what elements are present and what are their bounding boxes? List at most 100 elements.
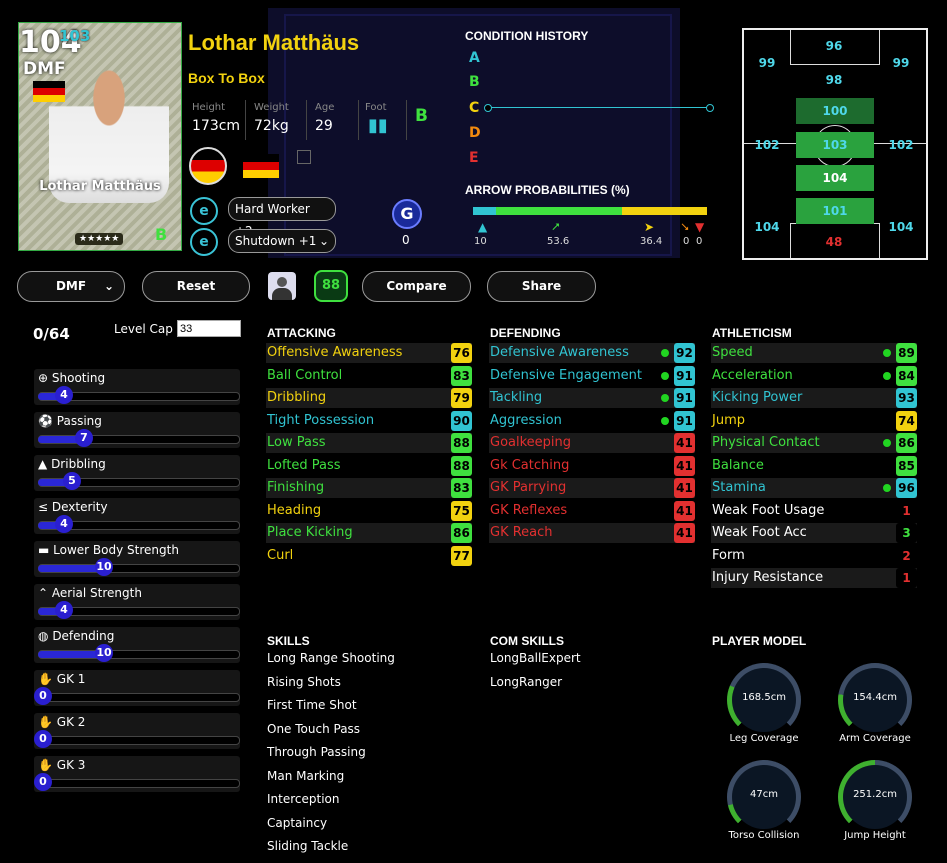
grade-badge: B	[415, 106, 428, 126]
stat-name: GK Parrying	[490, 480, 567, 495]
progression-slider-handle[interactable]: 0	[34, 687, 52, 705]
stat-row: Dribbling 79	[266, 388, 472, 408]
stat-boost-dot	[661, 371, 669, 380]
stat-value: 41	[674, 500, 695, 521]
arrow-prob-up: 10	[474, 236, 487, 247]
skill-select-1[interactable]: Hard Worker +2 ⌄	[228, 197, 336, 238]
share-button[interactable]: Share	[487, 271, 596, 302]
arrow-prob-right: 36.4	[640, 236, 663, 247]
stat-row: Injury Resistance 1	[711, 568, 917, 588]
progression-item: ✋ GK 20	[34, 713, 240, 749]
progression-track[interactable]	[38, 779, 240, 788]
progression-slider-handle[interactable]: 4	[55, 386, 73, 404]
stat-value: 83	[451, 478, 472, 498]
stat-value: 41	[674, 455, 695, 476]
progression-slider-handle[interactable]: 4	[55, 515, 73, 533]
stat-value: 91	[674, 388, 695, 408]
pitch-rating-rmf: 102	[888, 138, 914, 152]
stat-name: Ball Control	[267, 367, 343, 383]
progression-item: ▲ Dribbling 5	[34, 455, 240, 491]
stat-row: Heading 75	[266, 500, 472, 521]
condition-grade-a: A	[469, 50, 480, 66]
stat-name: Jump	[712, 412, 745, 428]
progression-label: ✋ GK 2	[38, 715, 86, 729]
attacking-title: ATTACKING	[267, 326, 336, 340]
position-select[interactable]: DMF ⌄	[17, 271, 125, 302]
progression-slider-handle[interactable]: 0	[34, 773, 52, 791]
stat-value: 86	[451, 523, 472, 543]
skill-select-2[interactable]: Shutdown +1 ⌄	[228, 229, 336, 253]
foot-label: Foot	[365, 102, 387, 113]
g-icon[interactable]: G	[392, 199, 422, 229]
stat-value: 75	[451, 500, 472, 521]
progression-slider-handle[interactable]: 5	[63, 472, 81, 490]
stat-value: 41	[674, 523, 695, 543]
skill-item: Interception	[267, 792, 340, 806]
gauge-value: 47cm	[750, 789, 778, 800]
stat-value: 74	[896, 410, 917, 431]
manager-avatar[interactable]	[268, 272, 296, 300]
stat-row: Defensive Awareness 92	[489, 343, 695, 363]
stat-value: 85	[896, 455, 917, 476]
progression-slider-handle[interactable]: 7	[75, 429, 93, 447]
card-boosted-rating: 103	[59, 27, 91, 45]
arrow-probabilities-title: ARROW PROBABILITIES (%)	[465, 183, 630, 197]
progression-icon: ≤	[38, 500, 49, 514]
progression-slider-handle[interactable]: 4	[55, 601, 73, 619]
progression-track[interactable]	[38, 693, 240, 702]
stat-value: 88	[451, 433, 472, 453]
stat-value: 92	[674, 343, 695, 363]
condition-grade-d: D	[469, 125, 481, 141]
level-cap-label: Level Cap	[114, 322, 173, 336]
chevron-down-icon: ⌄	[318, 234, 329, 248]
arrow-prob-up-right: 53.6	[547, 236, 570, 247]
progression-icon: ✋	[38, 672, 53, 686]
progression-slider-handle[interactable]: 0	[34, 730, 52, 748]
compare-button[interactable]: Compare	[362, 271, 471, 302]
arrow-down-icon: ▼	[695, 220, 705, 234]
condition-grade-b: B	[469, 74, 480, 90]
progression-item: ⊕ Shooting 4	[34, 369, 240, 405]
athleticism-title: ATHLETICISM	[712, 326, 792, 340]
gauge-label: Leg Coverage	[729, 733, 799, 744]
stat-row: GK Reach 41	[489, 523, 695, 543]
pitch-rating-gk-top: 96	[825, 39, 843, 53]
progression-item: ▬ Lower Body Strength 10	[34, 541, 240, 577]
progression-points: 0/64	[33, 325, 70, 343]
foot-icon: ▮▮	[368, 115, 388, 136]
progression-icon: ⚽	[38, 414, 53, 428]
progression-track[interactable]	[38, 736, 240, 745]
pitch-rating-rwf: 99	[892, 56, 910, 70]
stat-boost-dot	[661, 394, 669, 402]
divider	[306, 100, 307, 140]
progression-slider-handle[interactable]: 10	[95, 644, 113, 662]
efootball-icon: e	[190, 228, 218, 256]
stat-name: Acceleration	[712, 367, 793, 383]
stat-value: 1	[896, 568, 917, 588]
stat-value: 41	[674, 433, 695, 453]
stat-row: Form 2	[711, 545, 917, 566]
progression-icon: ◍	[38, 629, 49, 643]
card-rank: B	[155, 225, 168, 244]
skill-item: One Touch Pass	[267, 721, 361, 736]
level-cap-input[interactable]	[177, 320, 241, 337]
reset-button[interactable]: Reset	[142, 271, 250, 302]
stat-name: Gk Catching	[490, 457, 570, 473]
condition-point	[484, 104, 492, 112]
gauge-label: Jump Height	[844, 830, 906, 841]
stat-name: Physical Contact	[712, 435, 820, 450]
weight-value: 72kg	[254, 118, 289, 134]
card-flag	[33, 81, 65, 102]
stat-row: Finishing 83	[266, 478, 472, 498]
stat-name: GK Reflexes	[490, 502, 568, 518]
stat-name: Place Kicking	[267, 525, 353, 540]
progression-label: ⌃ Aerial Strength	[38, 586, 142, 600]
arrow-prob-down-right: 0	[683, 236, 690, 247]
progression-slider-handle[interactable]: 10	[95, 558, 113, 576]
height-value: 173cm	[192, 118, 241, 134]
progression-label: ▬ Lower Body Strength	[38, 543, 179, 557]
stat-name: Stamina	[712, 480, 766, 495]
skill-item: Rising Shots	[267, 674, 341, 689]
pitch-zone-cmf: 103	[796, 132, 874, 158]
stat-row: Physical Contact 86	[711, 433, 917, 453]
